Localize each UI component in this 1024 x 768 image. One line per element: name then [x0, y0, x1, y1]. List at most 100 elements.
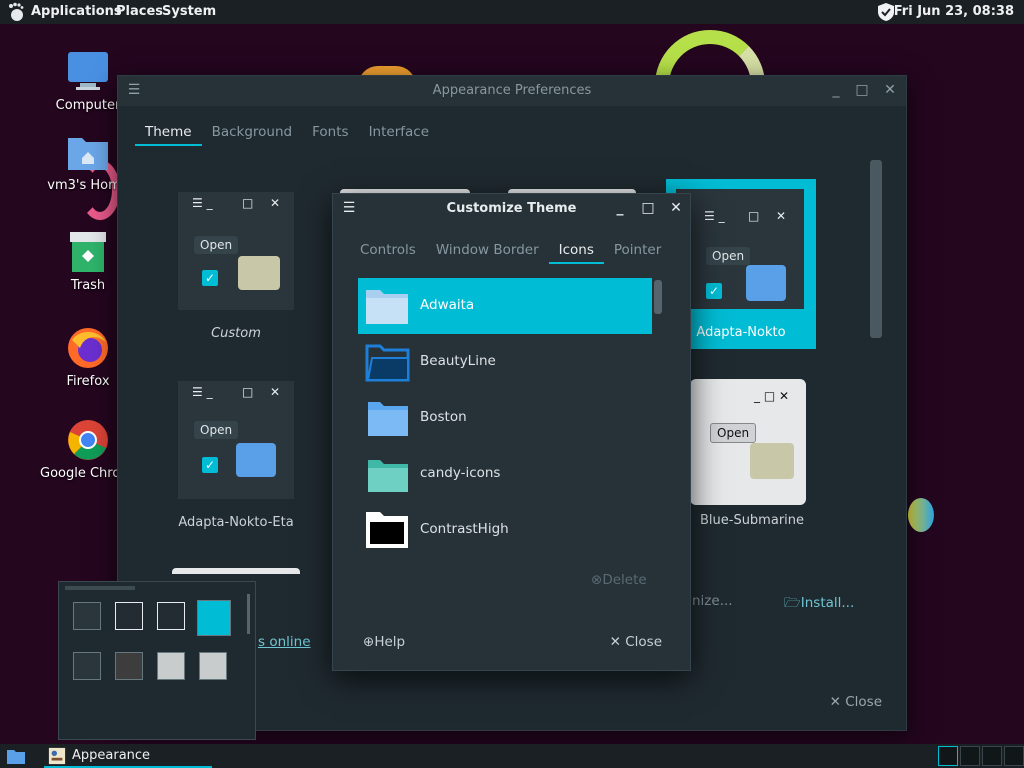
folder-icon [750, 443, 794, 479]
dialog-title: Customize Theme [446, 201, 577, 216]
close-icon: ✕ [776, 209, 787, 223]
list-item[interactable]: Boston [358, 390, 652, 446]
gnome-foot-icon[interactable] [6, 2, 26, 22]
close-icon: ✕ [270, 196, 281, 210]
minimize-icon[interactable]: _ [612, 200, 628, 216]
maximize-icon: □ [242, 385, 254, 399]
list-item[interactable]: BeautyLine [358, 334, 652, 390]
open-button-preview: Open [194, 236, 239, 254]
places-menu[interactable]: Places [116, 4, 163, 19]
theme-scrollbar[interactable] [870, 160, 882, 338]
applications-menu[interactable]: Applications [31, 4, 122, 19]
close-button[interactable]: ✕ Close [830, 694, 882, 710]
tab-theme[interactable]: Theme [135, 120, 202, 146]
install-button[interactable]: 🗁Install... [784, 593, 854, 616]
close-icon: ✕ [270, 385, 281, 399]
tab-background[interactable]: Background [202, 120, 303, 146]
workspace-3[interactable] [982, 746, 1002, 766]
icon-theme-list: Adwaita BeautyLine Boston candy-icons Co… [358, 278, 666, 558]
help-button[interactable]: ⊕Help [363, 634, 405, 650]
folder-icon [366, 512, 408, 548]
list-item[interactable]: ContrastHigh [358, 502, 652, 558]
theme-caption: Blue-Submarine [699, 513, 805, 528]
wallpaper-dot [908, 498, 934, 532]
thumbnail-card [115, 652, 143, 680]
theme-card-adapta-nokto-eta[interactable]: ☰ _ □ ✕ Open ✓ Adapta-Nokto-Eta [166, 369, 306, 530]
tab-controls[interactable]: Controls [350, 238, 426, 264]
menu-icon: ☰ _ [704, 209, 725, 223]
list-item[interactable]: Adwaita [358, 278, 652, 334]
theme-card-partial [172, 568, 300, 574]
taskbar-window-appearance[interactable]: Appearance Prefere... [44, 744, 212, 768]
system-menu[interactable]: System [162, 4, 216, 19]
folder-icon [366, 290, 408, 324]
tab-interface[interactable]: Interface [359, 120, 439, 146]
thumbnail-card [199, 652, 227, 680]
thumbnail-card [115, 602, 143, 630]
computer-icon [68, 52, 108, 90]
more-themes-link[interactable]: s online [258, 634, 311, 650]
tab-icons[interactable]: Icons [548, 238, 604, 264]
maximize-icon: □ [748, 209, 760, 223]
checkbox-icon: ✓ [202, 270, 218, 286]
open-button-preview: Open [710, 423, 757, 443]
window-thumbnail-preview[interactable] [58, 581, 256, 740]
customize-theme-dialog: ☰ Customize Theme _ □ ✕ Controls Window … [332, 193, 691, 671]
window-titlebar[interactable]: ☰ Appearance Preferences _ □ ✕ [118, 76, 906, 106]
menu-icon: ☰ _ [192, 385, 213, 399]
maximize-icon[interactable]: □ [854, 82, 870, 98]
delete-icon: ⊗ [591, 572, 603, 588]
dialog-titlebar[interactable]: ☰ Customize Theme _ □ ✕ [333, 194, 690, 224]
firefox-icon [68, 328, 108, 368]
folder-icon [236, 443, 276, 477]
theme-card-blue-submarine[interactable]: _ □ ✕ Open Blue-Submarine [674, 379, 806, 537]
thumbnail-card [73, 602, 101, 630]
home-folder-icon [68, 138, 108, 170]
theme-caption: Adapta-Nokto-Eta [178, 515, 294, 530]
folder-icon [368, 460, 408, 492]
help-icon: ⊕ [363, 634, 375, 650]
minimize-icon[interactable]: _ [828, 82, 844, 98]
customize-button[interactable]: nize... [692, 593, 733, 609]
folder-icon [238, 256, 280, 290]
window-menu-icon[interactable]: ☰ [126, 82, 142, 98]
folder-icon [365, 344, 410, 382]
maximize-icon[interactable]: □ [640, 200, 656, 216]
tab-pointer[interactable]: Pointer [604, 238, 671, 264]
folder-icon [746, 265, 786, 301]
tab-fonts[interactable]: Fonts [302, 120, 358, 146]
trash-icon [70, 232, 106, 272]
close-icon[interactable]: ✕ [668, 200, 684, 216]
close-icon[interactable]: ✕ [882, 82, 898, 98]
maximize-icon: □ [242, 196, 254, 210]
folder-icon [368, 402, 408, 436]
open-button-preview: Open [194, 421, 239, 439]
thumbnail-card [73, 652, 101, 680]
theme-preview: ☰ _ □ ✕ Open ✓ [178, 381, 294, 499]
clock[interactable]: Fri Jun 23, 08:38 [894, 4, 1014, 19]
close-icon: ✕ [609, 634, 626, 650]
list-item[interactable]: candy-icons [358, 446, 652, 502]
folder-open-icon: 🗁 [784, 595, 801, 611]
thumbnail-tabs [65, 586, 135, 590]
icon-list-scrollbar[interactable] [654, 280, 662, 314]
theme-caption: Custom [211, 326, 261, 341]
theme-preview: ☰ _ □ ✕ Open ✓ [178, 192, 294, 310]
close-icon: ✕ [829, 694, 846, 710]
window-menu-icon[interactable]: ☰ [341, 200, 357, 216]
show-desktop-icon[interactable] [6, 746, 26, 766]
dialog-close-button[interactable]: ✕ Close [610, 634, 662, 650]
thumbnail-card [157, 602, 185, 630]
thumbnail-card [197, 600, 231, 636]
window-controls-icon: _ □ ✕ [754, 389, 790, 403]
theme-card-custom[interactable]: ☰ _ □ ✕ Open ✓ Custom [166, 180, 306, 341]
top-panel: Applications Places System Fri Jun 23, 0… [0, 0, 1024, 24]
delete-button[interactable]: ⊗Delete [591, 572, 647, 588]
workspace-4[interactable] [1004, 746, 1024, 766]
workspace-1[interactable] [938, 746, 958, 766]
checkbox-icon: ✓ [706, 283, 722, 299]
window-title: Appearance Preferences [432, 83, 592, 98]
tab-window-border[interactable]: Window Border [426, 238, 549, 264]
dialog-tabs: Controls Window Border Icons Pointer [350, 238, 671, 264]
workspace-2[interactable] [960, 746, 980, 766]
